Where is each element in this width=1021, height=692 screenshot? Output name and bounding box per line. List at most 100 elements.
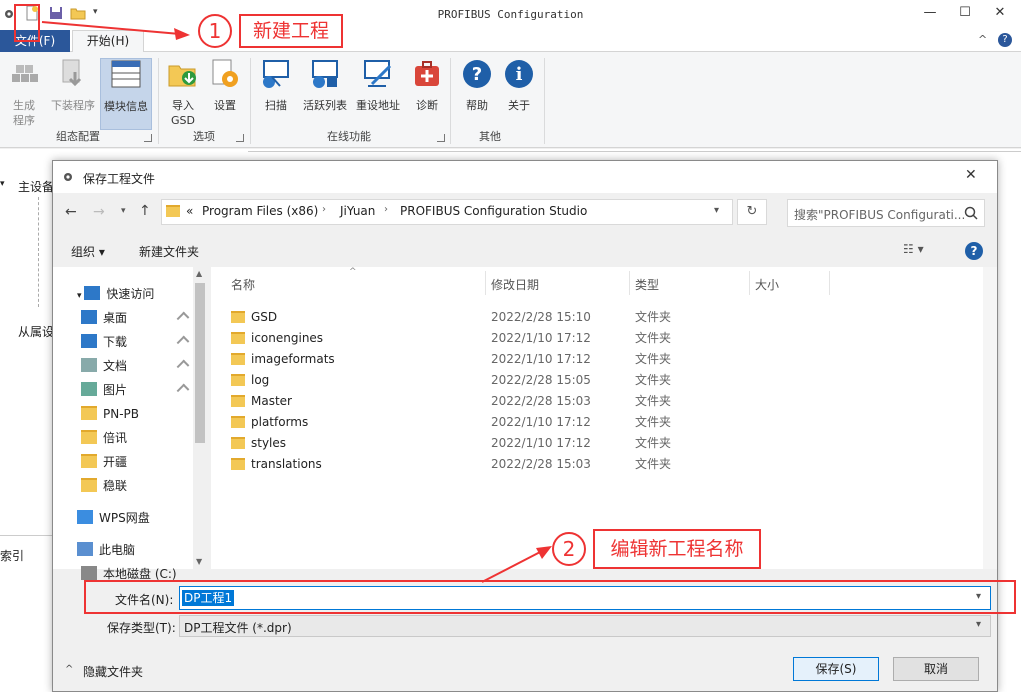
- column-divider[interactable]: [749, 271, 750, 295]
- file-name: imageformats: [251, 352, 335, 366]
- scan-button[interactable]: 扫描: [256, 58, 296, 126]
- breadcrumb-current[interactable]: PROFIBUS Configuration Studio: [400, 204, 587, 218]
- back-arrow-icon[interactable]: ←: [65, 204, 77, 220]
- view-options-icon[interactable]: ☷ ▾: [903, 242, 924, 256]
- nav-item[interactable]: 倍讯: [81, 427, 127, 449]
- file-type: 文件夹: [635, 436, 672, 450]
- file-type: 文件夹: [635, 352, 672, 366]
- file-row[interactable]: imageformats 2022/1/10 17:12 文件夹: [227, 349, 827, 370]
- drive-icon: [81, 566, 97, 580]
- group-launcher-icon[interactable]: [236, 134, 244, 142]
- file-row[interactable]: GSD 2022/2/28 15:10 文件夹: [227, 307, 827, 328]
- file-row[interactable]: platforms 2022/1/10 17:12 文件夹: [227, 412, 827, 433]
- minimize-button[interactable]: —: [915, 2, 945, 24]
- maximize-button[interactable]: ☐: [950, 2, 980, 24]
- address-dropdown-icon[interactable]: ▾: [714, 205, 719, 216]
- nav-item[interactable]: 开疆: [81, 451, 127, 473]
- save-button[interactable]: 保存(S): [793, 657, 879, 681]
- tree-slave-label[interactable]: 从属设: [18, 323, 54, 340]
- help-icon[interactable]: ?: [965, 242, 983, 260]
- dialog-close-button[interactable]: ✕: [965, 167, 977, 183]
- file-date: 2022/1/10 17:12: [491, 436, 591, 450]
- help-button[interactable]: ? 帮助: [458, 58, 496, 126]
- cancel-button[interactable]: 取消: [893, 657, 979, 681]
- nav-scrollbar[interactable]: ▲ ▼: [193, 267, 207, 569]
- breadcrumb-jiyuan[interactable]: JiYuan: [340, 204, 375, 218]
- scroll-down-icon[interactable]: ▼: [196, 557, 202, 566]
- column-type[interactable]: 类型: [635, 271, 659, 299]
- file-type: 文件夹: [635, 310, 672, 324]
- group-launcher-icon[interactable]: [144, 134, 152, 142]
- column-date[interactable]: 修改日期: [491, 271, 539, 299]
- file-row[interactable]: translations 2022/2/28 15:03 文件夹: [227, 454, 827, 475]
- file-row[interactable]: iconengines 2022/1/10 17:12 文件夹: [227, 328, 827, 349]
- breadcrumb-overflow[interactable]: «: [186, 204, 193, 218]
- pin-icon[interactable]: [176, 383, 190, 397]
- annotation-number-1: 1: [198, 14, 232, 48]
- file-row[interactable]: log 2022/2/28 15:05 文件夹: [227, 370, 827, 391]
- sort-ascending-icon: ^: [349, 267, 357, 277]
- pin-icon[interactable]: [176, 335, 190, 349]
- tree-master-label[interactable]: 主设备: [18, 178, 54, 195]
- address-bar[interactable]: « Program Files (x86) › JiYuan › PROFIBU…: [161, 199, 733, 225]
- hide-folders-button[interactable]: 隐藏文件夹: [83, 663, 143, 680]
- column-name[interactable]: 名称: [231, 271, 255, 299]
- column-divider[interactable]: [629, 271, 630, 295]
- filetype-dropdown-icon[interactable]: ▾: [976, 619, 981, 630]
- recent-dropdown-icon[interactable]: ▾: [121, 206, 126, 216]
- file-type: 文件夹: [635, 457, 672, 471]
- group-launcher-icon[interactable]: [437, 134, 445, 142]
- file-row[interactable]: Master 2022/2/28 15:03 文件夹: [227, 391, 827, 412]
- up-arrow-icon[interactable]: ↑: [139, 203, 151, 219]
- column-size[interactable]: 大小: [755, 271, 779, 299]
- search-icon[interactable]: [964, 206, 978, 220]
- search-input[interactable]: 搜索"PROFIBUS Configurati...: [787, 199, 985, 227]
- column-divider[interactable]: [829, 271, 830, 295]
- tree-expand-icon[interactable]: ▾: [0, 179, 5, 189]
- pin-icon[interactable]: [176, 311, 190, 325]
- nav-item[interactable]: 文档: [81, 355, 127, 377]
- about-button[interactable]: i 关于: [500, 58, 538, 126]
- chevron-up-icon[interactable]: ^: [65, 664, 73, 675]
- refresh-icon[interactable]: ↻: [737, 199, 767, 225]
- help-icon: ?: [463, 60, 491, 88]
- folder-icon: [231, 395, 245, 407]
- nav-item[interactable]: ▾ 快速访问: [77, 283, 154, 305]
- nav-item[interactable]: 此电脑: [77, 539, 135, 561]
- help-circle-icon[interactable]: ?: [998, 33, 1012, 47]
- settings-label: 设置: [214, 99, 236, 112]
- expand-icon[interactable]: ▾: [77, 291, 84, 301]
- organize-button[interactable]: 组织 ▾: [71, 243, 105, 260]
- build-program-button[interactable]: 生成 程序: [4, 58, 44, 127]
- settings-button[interactable]: 设置: [206, 58, 244, 126]
- nav-item[interactable]: 桌面: [81, 307, 127, 329]
- module-info-button[interactable]: 模块信息: [100, 58, 152, 130]
- filelist-scrollbar[interactable]: [983, 267, 997, 569]
- diagnose-label: 诊断: [416, 99, 438, 112]
- file-row[interactable]: styles 2022/1/10 17:12 文件夹: [227, 433, 827, 454]
- dialog-toolbar: 组织 ▾ 新建文件夹 ☷ ▾ ?: [53, 235, 997, 267]
- forward-arrow-icon[interactable]: →: [93, 204, 105, 220]
- dialog-titlebar: 保存工程文件 ✕: [53, 161, 997, 193]
- file-name: log: [251, 373, 270, 387]
- column-divider[interactable]: [485, 271, 486, 295]
- filetype-select[interactable]: DP工程文件 (*.dpr) ▾: [179, 615, 991, 637]
- nav-item[interactable]: 稳联: [81, 475, 127, 497]
- collapse-ribbon-icon[interactable]: ^: [978, 33, 987, 46]
- new-folder-button[interactable]: 新建文件夹: [139, 243, 199, 260]
- nav-item[interactable]: WPS网盘: [77, 507, 150, 529]
- diagnose-button[interactable]: 诊断: [408, 58, 446, 126]
- nav-scroll-thumb[interactable]: [195, 283, 205, 443]
- pin-icon[interactable]: [176, 359, 190, 373]
- close-button[interactable]: ✕: [985, 2, 1015, 24]
- live-list-button[interactable]: 活跃列表: [300, 58, 350, 126]
- breadcrumb-program-files[interactable]: Program Files (x86): [202, 204, 318, 218]
- scroll-up-icon[interactable]: ▲: [196, 269, 202, 278]
- nav-item[interactable]: PN-PB: [81, 403, 139, 425]
- reset-address-button[interactable]: 重设地址: [352, 58, 404, 126]
- download-program-button[interactable]: 下装程序: [48, 58, 98, 126]
- nav-item-label: 稳联: [103, 479, 128, 493]
- nav-item[interactable]: 图片: [81, 379, 127, 401]
- nav-item[interactable]: 下载: [81, 331, 127, 353]
- import-gsd-button[interactable]: 导入 GSD: [164, 58, 202, 127]
